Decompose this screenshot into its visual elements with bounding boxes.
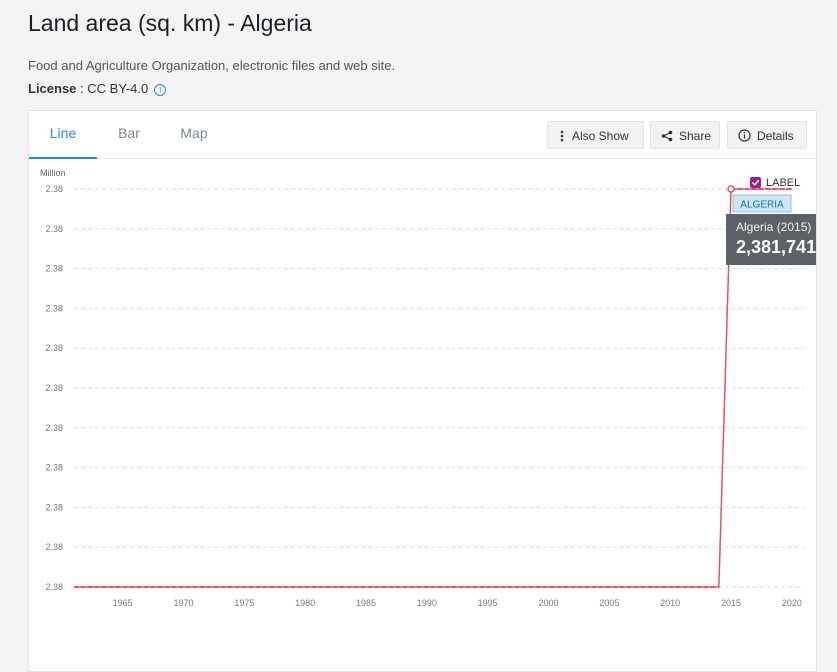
details-button[interactable]: Details bbox=[727, 121, 807, 149]
tab-map[interactable]: Map bbox=[175, 111, 213, 157]
y-tick-label: 2.38 bbox=[45, 542, 63, 552]
x-tick-label: 1995 bbox=[478, 598, 498, 608]
tooltip-value: 2,381,741 bbox=[736, 237, 816, 257]
series-algeria bbox=[74, 185, 792, 588]
y-tick-label: 2.38 bbox=[45, 502, 63, 512]
x-tick-label: 2015 bbox=[721, 598, 741, 608]
line-chart: Million 2.382.382.382.382.382.382.382.38… bbox=[40, 168, 816, 608]
y-tick-label: 2.38 bbox=[45, 224, 63, 234]
label-checkbox[interactable] bbox=[750, 177, 761, 188]
y-tick-label: 2.38 bbox=[45, 383, 63, 393]
info-icon[interactable]: i bbox=[154, 84, 167, 96]
x-tick-label: 1970 bbox=[173, 598, 193, 608]
y-tick-label: 2.38 bbox=[45, 303, 63, 313]
x-tick-label: 2010 bbox=[660, 598, 680, 608]
source-text: Food and Agriculture Organization, elect… bbox=[28, 58, 396, 73]
y-tick-label: 2.38 bbox=[45, 463, 63, 473]
y-axis-unit: Million bbox=[40, 168, 66, 178]
gridlines bbox=[74, 188, 804, 588]
share-button[interactable]: Share bbox=[650, 121, 720, 149]
also-show-label: Also Show bbox=[572, 129, 629, 143]
tooltip: Algeria (2015) 2,381,741 bbox=[726, 214, 816, 265]
info-circle-icon bbox=[738, 129, 751, 142]
y-tick-label: 2.38 bbox=[45, 423, 63, 433]
x-tick-label: 1965 bbox=[113, 598, 133, 608]
also-show-button[interactable]: Also Show bbox=[547, 121, 644, 149]
chart-card: Line Bar Map Also Show Share Details Mil… bbox=[28, 110, 817, 672]
x-tick-label: 1990 bbox=[417, 598, 437, 608]
license-value: : CC BY-4.0 bbox=[76, 81, 149, 96]
y-tick-label: 2.38 bbox=[45, 184, 63, 194]
series-badge-label: ALGERIA bbox=[740, 200, 784, 211]
y-tick-label: 2.38 bbox=[45, 343, 63, 353]
x-tick-label: 1975 bbox=[234, 598, 254, 608]
page-title: Land area (sq. km) - Algeria bbox=[28, 10, 312, 36]
highlight-point bbox=[727, 185, 735, 193]
tooltip-title: Algeria (2015) bbox=[736, 220, 811, 234]
x-tick-label: 2000 bbox=[538, 598, 558, 608]
x-tick-label: 2005 bbox=[599, 598, 619, 608]
chart-tabs: Line Bar Map Also Show Share Details bbox=[29, 111, 816, 159]
share-icon bbox=[661, 130, 673, 142]
more-vertical-icon bbox=[560, 130, 564, 142]
x-tick-label: 2020 bbox=[782, 598, 802, 608]
tab-bar[interactable]: Bar bbox=[111, 111, 147, 157]
share-label: Share bbox=[679, 129, 712, 143]
label-toggle-text: LABEL bbox=[766, 177, 800, 189]
tab-line[interactable]: Line bbox=[29, 111, 97, 159]
license-line: License : CC BY-4.0 i bbox=[28, 81, 167, 96]
x-tick-label: 1980 bbox=[295, 598, 315, 608]
details-label: Details bbox=[757, 129, 794, 143]
label-toggle[interactable]: LABEL bbox=[750, 177, 800, 189]
x-tick-label: 1985 bbox=[356, 598, 376, 608]
y-tick-label: 2.38 bbox=[45, 264, 63, 274]
license-label: License bbox=[28, 81, 77, 96]
y-tick-label: 2.38 bbox=[45, 582, 63, 592]
y-tick-labels: 2.38 2.38 2.38 2.38 2.38 2.38 2.38 2.38 2.38 2.38… bbox=[45, 184, 63, 592]
x-tick-labels: 1965 1970 1975 1980 1985 1990 1995 2000 2005 2010… bbox=[113, 598, 802, 608]
series-badge: ALGERIA bbox=[732, 194, 792, 213]
